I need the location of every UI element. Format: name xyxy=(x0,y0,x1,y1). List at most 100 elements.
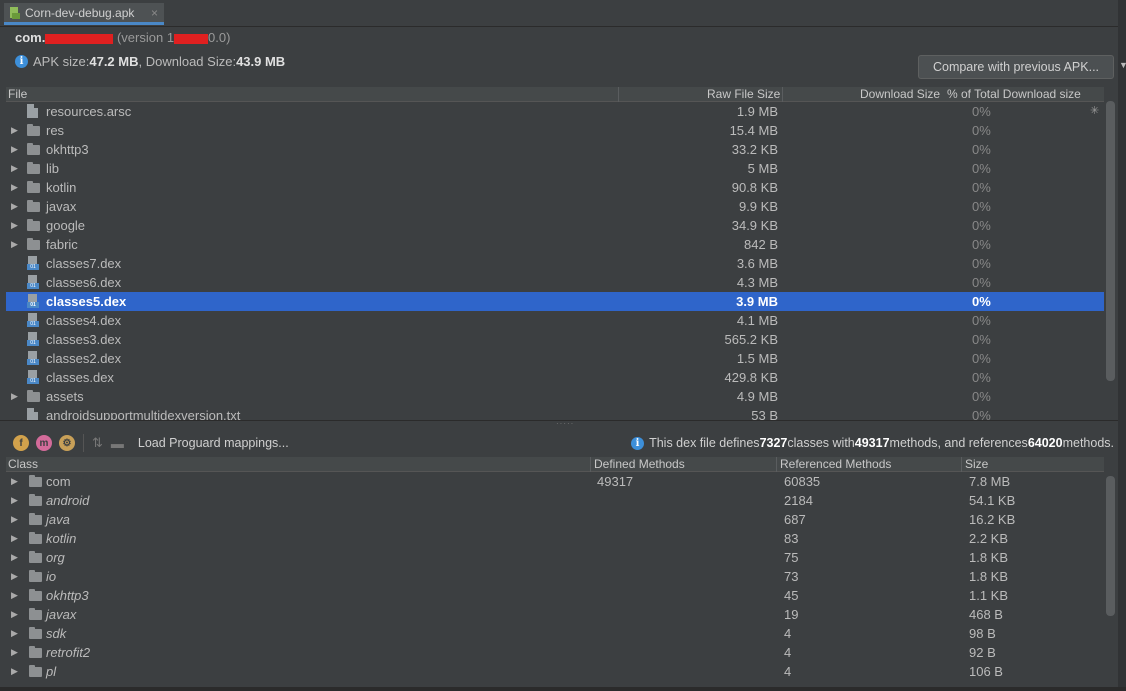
col-raw-size[interactable]: Raw File Size xyxy=(707,87,780,101)
file-row[interactable]: ▶ res 15.4 MB 0% xyxy=(6,121,1104,140)
referenced-methods: 2184 xyxy=(784,493,813,508)
class-table-scrollbar[interactable] xyxy=(1106,476,1115,616)
class-row[interactable]: ▶ sdk 4 98 B xyxy=(6,624,1104,643)
expand-arrow-icon[interactable]: ▶ xyxy=(11,552,18,563)
editor-tab-bar: Corn-dev-debug.apk × xyxy=(0,0,1126,27)
file-name: javax xyxy=(46,199,77,214)
expand-arrow-icon[interactable]: ▶ xyxy=(11,628,18,639)
load-proguard-button[interactable]: Load Proguard mappings... xyxy=(138,436,289,450)
pct-total: 0% xyxy=(972,332,991,347)
file-row[interactable]: 01 classes.dex 429.8 KB 0% xyxy=(6,368,1104,387)
package-folder-icon xyxy=(29,551,42,563)
raw-size: 842 B xyxy=(744,237,778,252)
referenced-methods: 4 xyxy=(784,626,792,641)
class-row[interactable]: ▶ kotlin 83 2.2 KB xyxy=(6,529,1104,548)
file-table-scrollbar[interactable] xyxy=(1106,101,1115,381)
panel-splitter[interactable]: ····· xyxy=(0,419,1118,429)
expand-arrow-icon[interactable]: ▶ xyxy=(11,666,18,677)
expand-arrow-icon[interactable]: ▶ xyxy=(11,220,18,231)
class-row[interactable]: ▶ java 687 16.2 KB xyxy=(6,510,1104,529)
dex-icon: 01 xyxy=(27,370,39,384)
compare-apk-button[interactable]: Compare with previous APK... xyxy=(918,55,1114,79)
file-name: classes2.dex xyxy=(46,351,122,366)
redacted-package xyxy=(45,33,114,44)
file-row[interactable]: androidsupportmultidexversion.txt 53 B 0% xyxy=(6,406,1104,420)
package-folder-icon xyxy=(29,570,42,582)
expand-arrow-icon[interactable]: ▶ xyxy=(11,533,18,544)
class-name: org xyxy=(46,550,65,565)
chevron-down-icon[interactable]: ▼ xyxy=(1119,60,1126,70)
dex-icon: 01 xyxy=(27,275,39,289)
expand-arrow-icon[interactable]: ▶ xyxy=(11,201,18,212)
package-folder-icon xyxy=(29,665,42,677)
expand-arrow-icon[interactable]: ▶ xyxy=(11,391,18,402)
expand-arrow-icon[interactable]: ▶ xyxy=(11,647,18,658)
expand-arrow-icon[interactable]: ▶ xyxy=(11,571,18,582)
file-row[interactable]: 01 classes2.dex 1.5 MB 0% xyxy=(6,349,1104,368)
class-row[interactable]: ▶ android 2184 54.1 KB xyxy=(6,491,1104,510)
expand-arrow-icon[interactable]: ▶ xyxy=(11,514,18,525)
file-row[interactable]: 01 classes6.dex 4.3 MB 0% xyxy=(6,273,1104,292)
expand-arrow-icon[interactable]: ▶ xyxy=(11,239,18,250)
file-row[interactable]: ▶ assets 4.9 MB 0% xyxy=(6,387,1104,406)
class-row[interactable]: ▶ pl 4 106 B xyxy=(6,662,1104,681)
tab-apk-file[interactable]: Corn-dev-debug.apk × xyxy=(4,3,164,25)
file-row[interactable]: resources.arsc 1.9 MB 0% xyxy=(6,102,1104,121)
dex-icon: 01 xyxy=(27,256,39,270)
download-size-label: , Download Size: xyxy=(138,54,237,69)
class-size: 92 B xyxy=(969,645,996,660)
class-row[interactable]: ▶ com 49317 60835 7.8 MB xyxy=(6,472,1104,491)
class-row[interactable]: ▶ org 75 1.8 KB xyxy=(6,548,1104,567)
class-name: retrofit2 xyxy=(46,645,91,660)
expand-arrow-icon[interactable]: ▶ xyxy=(11,182,18,193)
col-referenced-methods[interactable]: Referenced Methods xyxy=(780,457,891,471)
expand-arrow-icon[interactable]: ▶ xyxy=(11,476,18,487)
col-class[interactable]: Class xyxy=(8,457,38,471)
show-methods-toggle[interactable]: m xyxy=(36,435,52,451)
file-row[interactable]: 01 classes3.dex 565.2 KB 0% xyxy=(6,330,1104,349)
raw-size: 9.9 KB xyxy=(738,199,778,214)
col-pct-total[interactable]: % of Total Download size xyxy=(947,87,1081,101)
expand-arrow-icon[interactable]: ▶ xyxy=(11,495,18,506)
col-size[interactable]: Size xyxy=(965,457,988,471)
apk-file-icon xyxy=(10,6,20,19)
show-fields-toggle[interactable]: f xyxy=(13,435,29,451)
expand-arrow-icon[interactable]: ▶ xyxy=(11,163,18,174)
raw-size: 1.9 MB xyxy=(736,104,778,119)
file-row[interactable]: 01 classes7.dex 3.6 MB 0% xyxy=(6,254,1104,273)
sort-icon[interactable]: ⇅ xyxy=(92,435,103,451)
file-row[interactable]: 01 classes5.dex 3.9 MB 0% xyxy=(6,292,1104,311)
raw-size: 4.9 MB xyxy=(736,389,778,404)
col-download-size[interactable]: Download Size xyxy=(860,87,940,101)
class-row[interactable]: ▶ io 73 1.8 KB xyxy=(6,567,1104,586)
class-row[interactable]: ▶ javax 19 468 B xyxy=(6,605,1104,624)
close-icon[interactable]: × xyxy=(151,6,158,20)
file-row[interactable]: 01 classes4.dex 4.1 MB 0% xyxy=(6,311,1104,330)
class-row[interactable]: ▶ okhttp3 45 1.1 KB xyxy=(6,586,1104,605)
show-referenced-toggle[interactable]: ⚙ xyxy=(59,435,75,451)
folder-icon xyxy=(27,390,40,402)
expand-arrow-icon[interactable]: ▶ xyxy=(11,609,18,620)
file-row[interactable]: ▶ kotlin 90.8 KB 0% xyxy=(6,178,1104,197)
folder-icon[interactable]: ▬ xyxy=(111,436,124,451)
folder-icon xyxy=(27,124,40,136)
folder-icon xyxy=(27,200,40,212)
raw-size: 5 MB xyxy=(747,161,778,176)
file-row[interactable]: ▶ okhttp3 33.2 KB 0% xyxy=(6,140,1104,159)
file-row[interactable]: ▶ google 34.9 KB 0% xyxy=(6,216,1104,235)
pct-total: 0% xyxy=(972,389,991,404)
col-defined-methods[interactable]: Defined Methods xyxy=(594,457,685,471)
expand-arrow-icon[interactable]: ▶ xyxy=(11,144,18,155)
file-name: classes7.dex xyxy=(46,256,122,271)
class-row[interactable]: ▶ retrofit2 4 92 B xyxy=(6,643,1104,662)
file-row[interactable]: ▶ lib 5 MB 0% xyxy=(6,159,1104,178)
expand-arrow-icon[interactable]: ▶ xyxy=(11,590,18,601)
file-row[interactable]: ▶ fabric 842 B 0% xyxy=(6,235,1104,254)
file-row[interactable]: ▶ javax 9.9 KB 0% xyxy=(6,197,1104,216)
dex-class-table: Class Defined Methods Referenced Methods… xyxy=(6,457,1104,687)
expand-arrow-icon[interactable]: ▶ xyxy=(11,125,18,136)
raw-size: 34.9 KB xyxy=(731,218,778,233)
col-file[interactable]: File xyxy=(8,87,27,101)
pct-total: 0% xyxy=(972,275,991,290)
pct-total: 0% xyxy=(972,237,991,252)
